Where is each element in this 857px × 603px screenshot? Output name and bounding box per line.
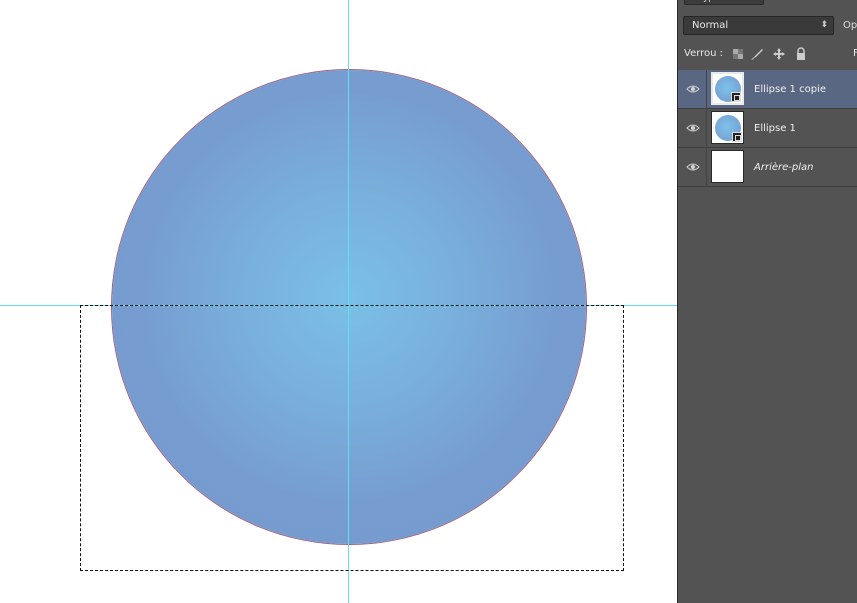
layer-row-ellipse-1-copie[interactable]: Ellipse 1 copie xyxy=(678,70,857,109)
layer-name[interactable]: Ellipse 1 xyxy=(754,109,796,148)
filter-type-label: Type xyxy=(699,0,720,3)
eye-visibility-icon[interactable] xyxy=(686,160,700,174)
lock-all-padlock-icon[interactable] xyxy=(794,47,808,61)
layers-panel: Type Normal ⬍ Opa Verrou : F xyxy=(677,0,857,603)
layers-list: Ellipse 1 copie Ellipse 1 Arrière-plan xyxy=(678,70,857,187)
lock-image-pixels-brush-icon[interactable] xyxy=(750,47,764,61)
blend-mode-value: Normal xyxy=(692,20,729,31)
eye-column-divider xyxy=(706,109,707,148)
shape-layer-badge-icon xyxy=(732,132,742,142)
eye-column-divider xyxy=(706,70,707,109)
layer-filter-row: Type xyxy=(678,0,857,7)
lock-position-move-icon[interactable] xyxy=(772,47,786,61)
updown-arrows-icon: ⬍ xyxy=(820,20,828,30)
blend-mode-select[interactable]: Normal ⬍ xyxy=(683,16,834,35)
layer-row-ellipse-1[interactable]: Ellipse 1 xyxy=(678,109,857,148)
layer-row-arriere-plan[interactable]: Arrière-plan xyxy=(678,148,857,187)
layer-name[interactable]: Ellipse 1 copie xyxy=(754,70,826,109)
lock-label: Verrou : xyxy=(684,48,724,59)
eye-visibility-icon[interactable] xyxy=(686,82,700,96)
eye-visibility-icon[interactable] xyxy=(686,121,700,135)
lock-transparent-pixels-icon[interactable] xyxy=(731,47,745,61)
fill-label: F xyxy=(853,44,857,64)
layer-thumbnail[interactable] xyxy=(711,72,744,105)
filter-type-select[interactable]: Type xyxy=(684,0,764,5)
layer-name[interactable]: Arrière-plan xyxy=(754,148,813,187)
lock-row: Verrou : F xyxy=(678,44,857,64)
blend-mode-row: Normal ⬍ Opa xyxy=(678,16,857,36)
document-canvas[interactable] xyxy=(0,0,677,603)
eye-column-divider xyxy=(706,148,707,187)
layer-thumbnail[interactable] xyxy=(711,111,744,144)
opacity-label: Opa xyxy=(843,20,857,31)
shape-layer-badge-icon xyxy=(731,92,741,102)
rectangular-selection-marquee[interactable] xyxy=(80,305,624,571)
layer-thumbnail[interactable] xyxy=(711,150,744,183)
